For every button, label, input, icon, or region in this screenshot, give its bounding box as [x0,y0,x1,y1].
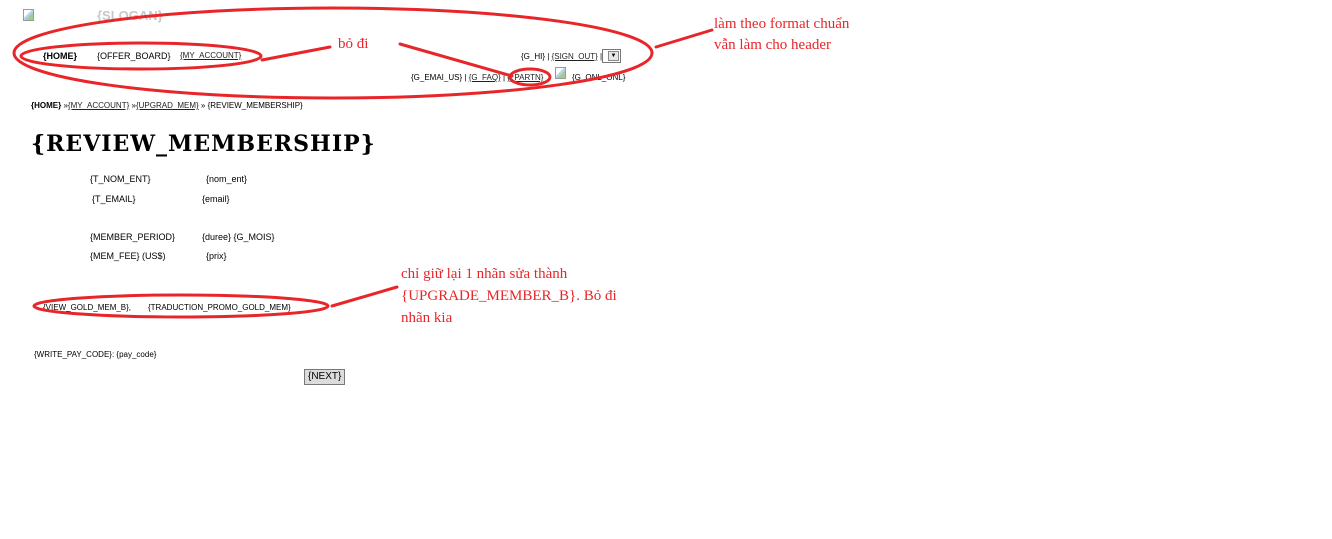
arrow-remove-right [398,42,514,78]
arrow-header [654,28,714,49]
header-ellipse [12,6,654,100]
arrow-remove-left [260,45,332,62]
partner-ellipse [508,67,552,87]
annotation-overlay [12,6,714,319]
annotation-keep-line2: {UPGRADE_MEMBER_B}. Bỏ đi [401,288,617,304]
upgrade-labels-ellipse [32,293,330,319]
annotation-header-line2: vẫn làm cho header [714,37,832,53]
annotation-header-line1: làm theo format chuẩn [714,16,850,32]
annotation-keep-line1: chỉ giữ lại 1 nhãn sửa thành [401,266,568,282]
arrow-keep [330,285,399,308]
annotation-remove: bỏ đi [338,36,369,52]
annotation-keep-line3: nhãn kia [401,310,453,326]
nav-ellipse [19,41,263,71]
